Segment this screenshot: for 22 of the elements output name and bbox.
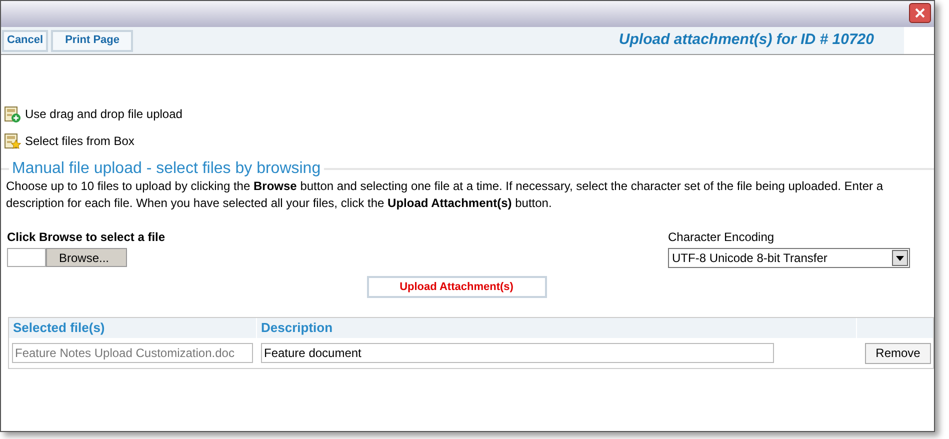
column-header: Description (257, 318, 857, 338)
instructions-text: Choose up to 10 files to upload by clicking the Browse button and selecting one file at a time. If necessary, select the character set of the file being uploaded. Enter a description for each file. When you have selected all your files, click the Upload Attachment(s) button. (5, 178, 884, 212)
page-title: Upload attachment(s) for ID # 10720 (618, 30, 874, 50)
description-field[interactable]: Feature document (261, 343, 774, 363)
remove-button[interactable]: Remove (865, 342, 931, 364)
close-button[interactable] (909, 3, 931, 23)
selected-file-field[interactable]: Feature Notes Upload Customization.doc (12, 343, 253, 363)
section-legend: Manual file upload - select files by browsing (9, 160, 324, 178)
browse-button[interactable]: Browse... (46, 248, 127, 267)
encoding-label: Character Encoding (668, 229, 776, 246)
encoding-select[interactable]: UTF-8 Unicode 8-bit Transfer (668, 248, 910, 268)
upload-option-link[interactable]: Select files from Box (25, 132, 134, 150)
document-add-icon (4, 106, 21, 122)
column-header: Selected file(s) (9, 318, 257, 338)
cancel-button[interactable]: Cancel (2, 30, 48, 52)
document-star-icon (4, 132, 21, 150)
close-icon (914, 7, 926, 19)
upload-option-link[interactable]: Use drag and drop file upload (25, 105, 182, 123)
file-path-field[interactable] (7, 248, 46, 267)
upload-button[interactable]: Upload Attachment(s) (366, 276, 546, 298)
print-button[interactable]: Print Page (51, 30, 134, 52)
file-label: Click Browse to select a file (7, 229, 166, 246)
